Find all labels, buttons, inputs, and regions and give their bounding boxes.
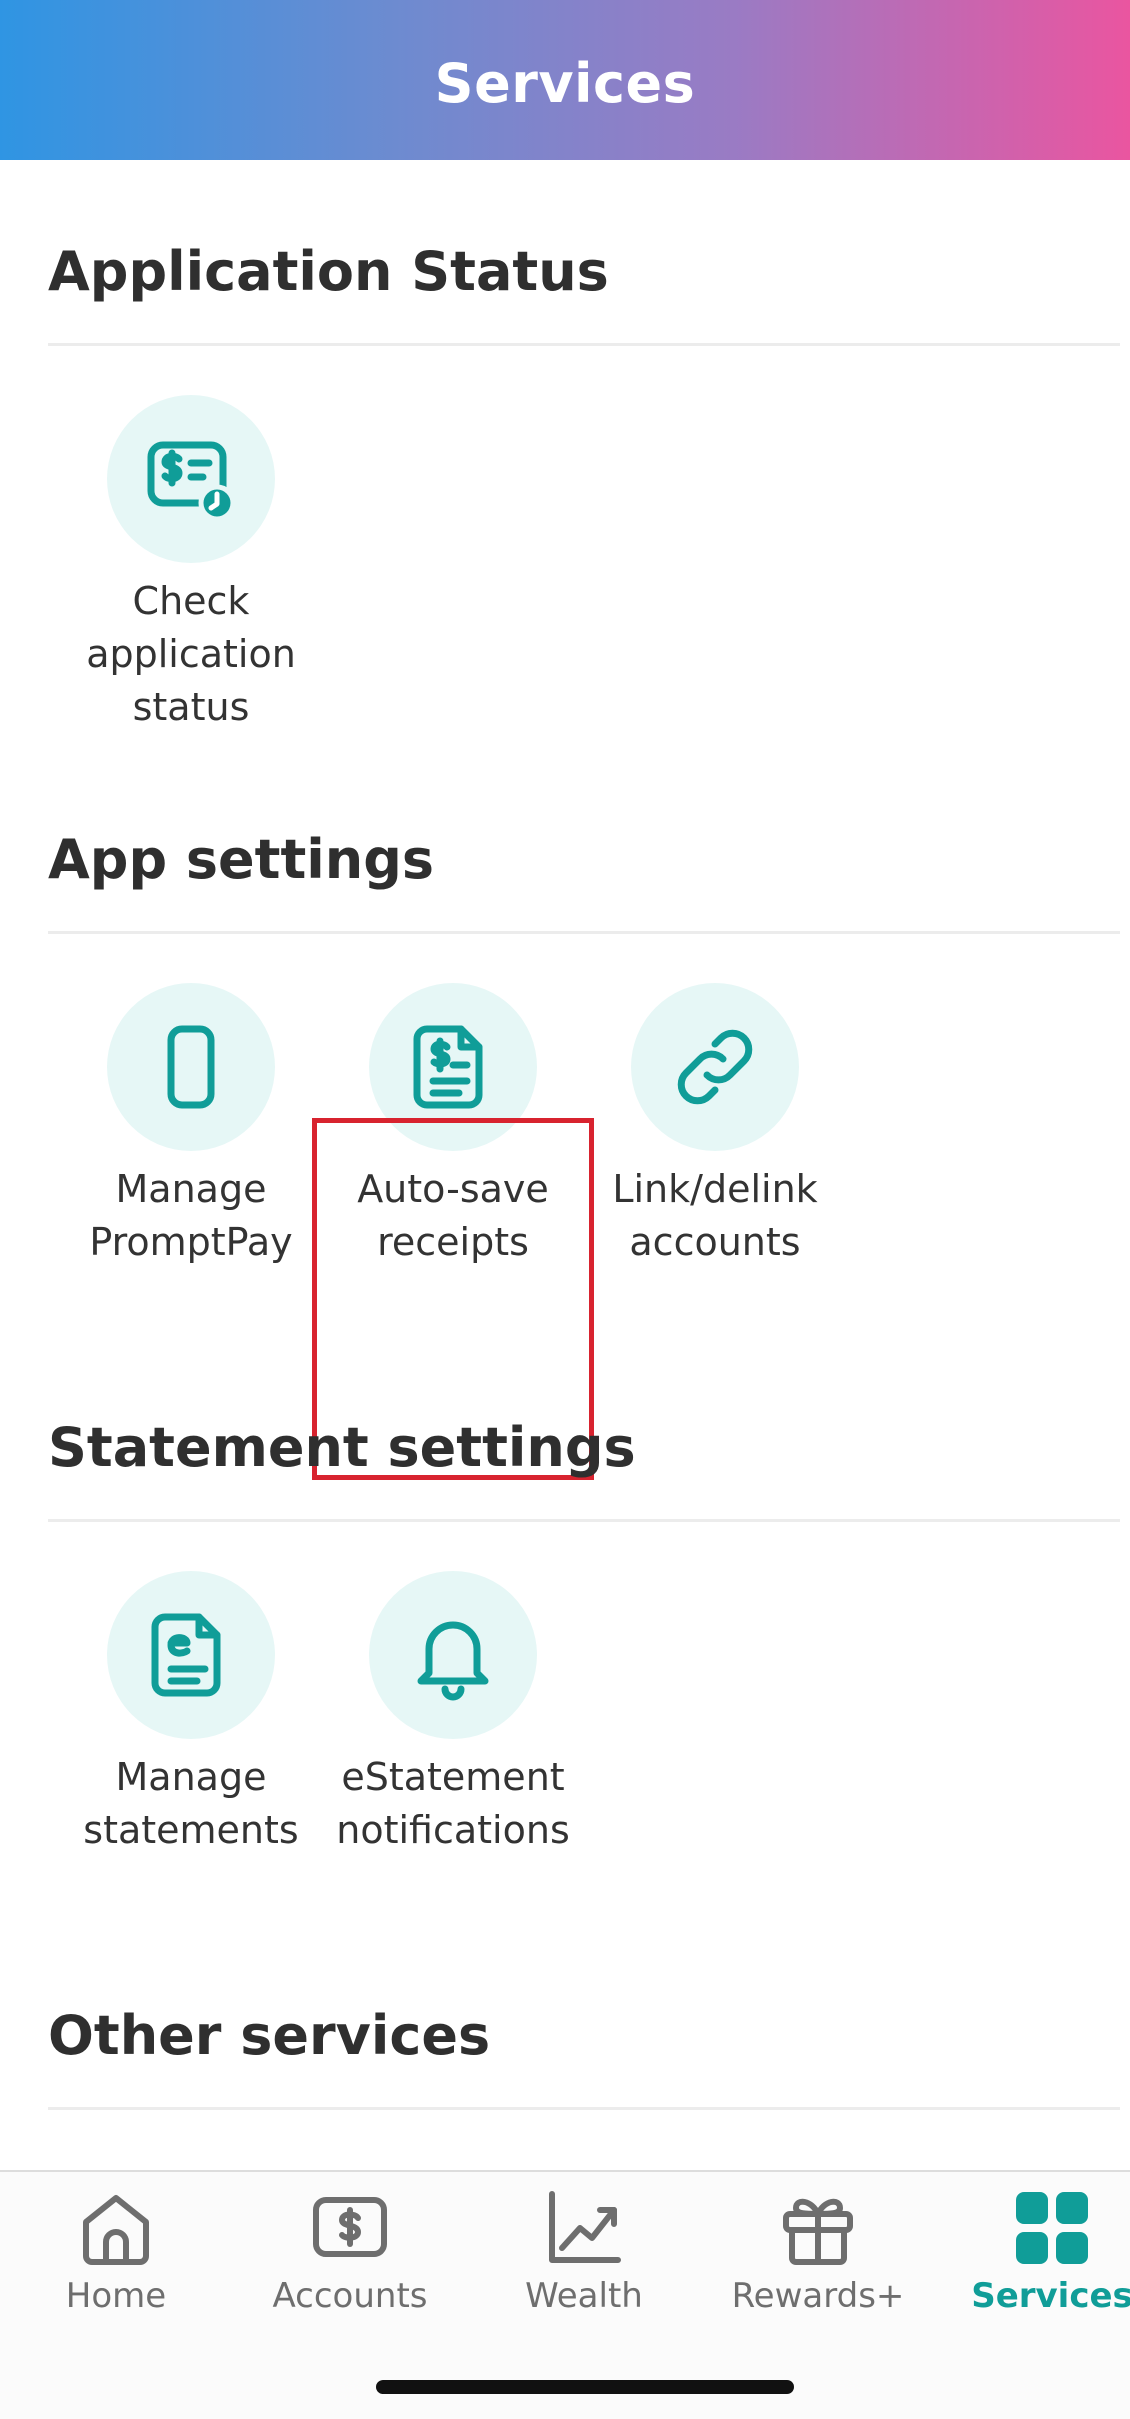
link-delink-accounts-button[interactable]: Link/delink accounts (584, 983, 846, 1269)
tab-label: Services (971, 2276, 1130, 2316)
tab-label: Rewards+ (731, 2276, 905, 2316)
bill-clock-icon (107, 395, 275, 563)
gift-icon (783, 2198, 853, 2265)
tile-label: Manage PromptPay (89, 1167, 293, 1264)
tab-label: Wealth (525, 2276, 643, 2316)
page-title: Services (434, 51, 696, 115)
section-divider (48, 2107, 1120, 2110)
link-icon (631, 983, 799, 1151)
services-content[interactable]: Application Status Check application sta… (0, 160, 1130, 2170)
home-icon (83, 2195, 149, 2265)
section-title: Application Status (48, 240, 609, 303)
manage-statements-button[interactable]: Manage statements (60, 1571, 322, 1857)
check-application-status-button[interactable]: Check application status (60, 395, 322, 734)
manage-promptpay-button[interactable]: Manage PromptPay (60, 983, 322, 1269)
chart-icon (549, 2191, 621, 2263)
tile-label: eStatement notifications (336, 1755, 570, 1852)
tile-label: Link/delink accounts (612, 1167, 818, 1264)
section-title: Other services (48, 2004, 491, 2067)
accounts-icon (313, 2197, 387, 2257)
tab-accounts[interactable]: Accounts (240, 2186, 460, 2316)
tab-label: Home (65, 2276, 167, 2316)
section-title: Statement settings (48, 1416, 636, 1479)
tab-services[interactable]: Services (942, 2186, 1130, 2316)
phone-icon (107, 983, 275, 1151)
grid-icon (1016, 2192, 1088, 2264)
section-divider (48, 931, 1120, 934)
tab-rewards[interactable]: Rewards+ (708, 2186, 928, 2316)
estatement-notifications-button[interactable]: eStatement notifications (322, 1571, 584, 1857)
e-document-icon (107, 1571, 275, 1739)
tile-label: Check application status (86, 579, 296, 729)
section-title: App settings (48, 828, 435, 891)
section-divider (48, 1519, 1120, 1522)
tile-label: Manage statements (83, 1755, 299, 1852)
tab-wealth[interactable]: Wealth (474, 2186, 694, 2316)
bell-icon (369, 1571, 537, 1739)
tab-home[interactable]: Home (6, 2186, 226, 2316)
app-header: Services (0, 0, 1130, 160)
home-indicator (376, 2380, 794, 2394)
tab-label: Accounts (272, 2276, 428, 2316)
section-divider (48, 343, 1120, 346)
